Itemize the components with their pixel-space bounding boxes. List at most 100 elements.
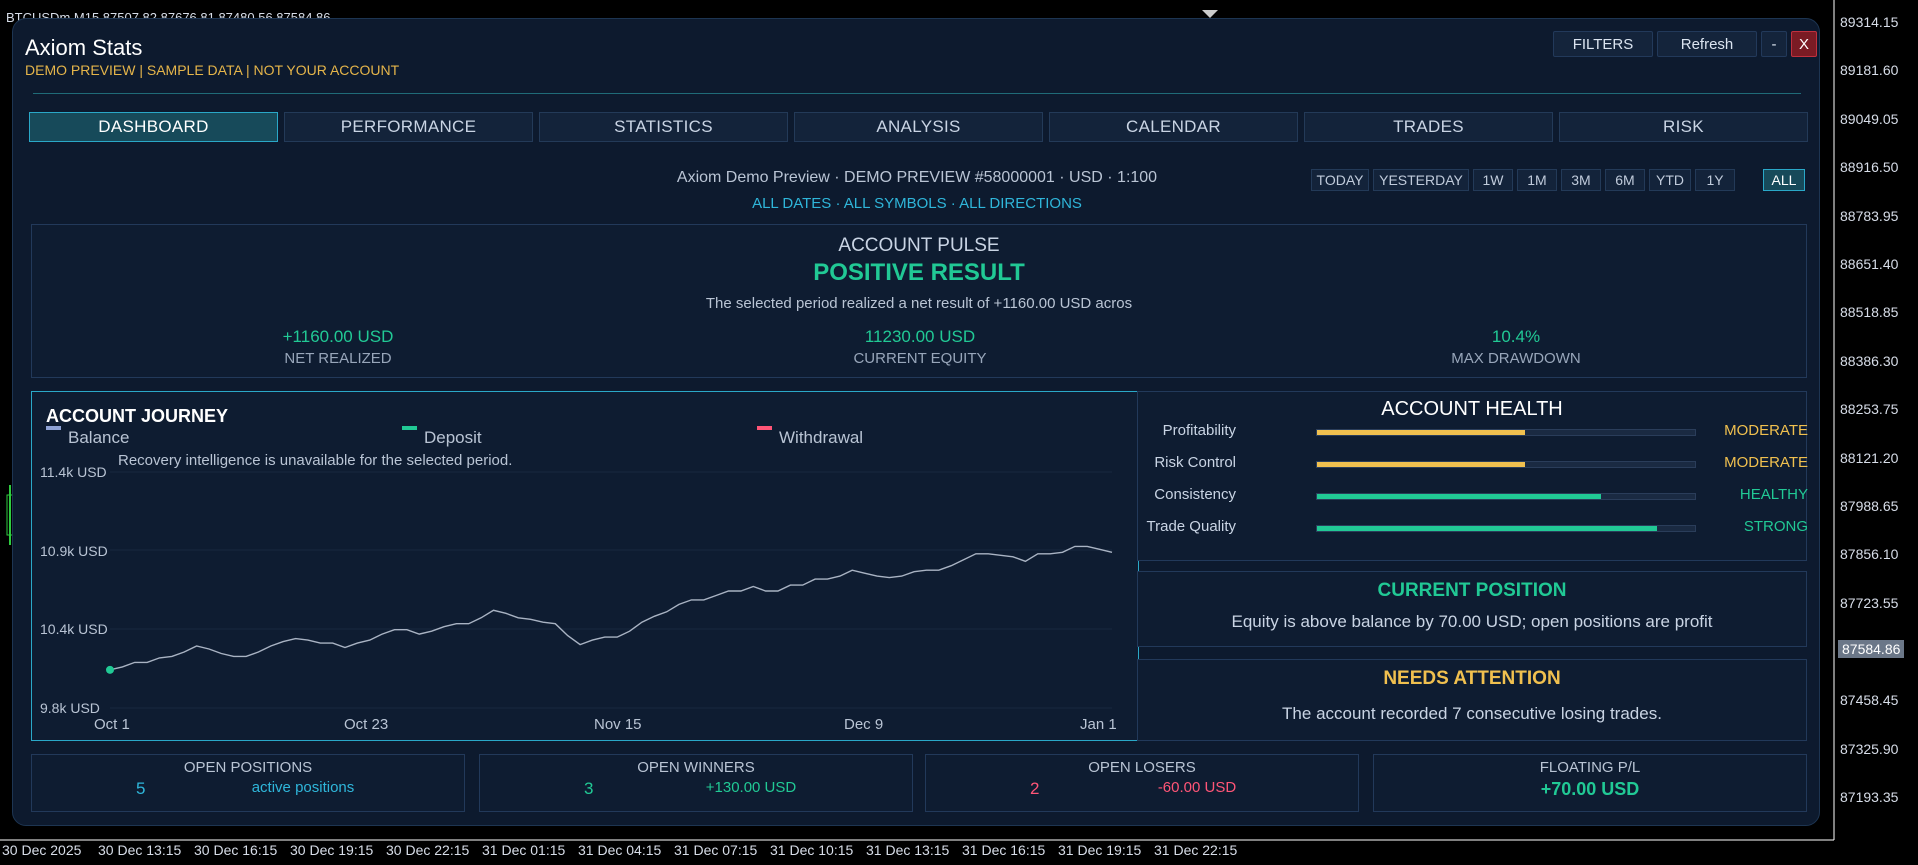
health-row-trade-quality: Trade Quality STRONG: [1138, 518, 1808, 538]
health-bar-fill: [1317, 526, 1658, 531]
header-divider: [33, 93, 1801, 94]
tab-analysis[interactable]: ANALYSIS: [794, 112, 1043, 142]
current-price-marker: 87584.86: [1838, 640, 1905, 658]
app-title: Axiom Stats: [25, 35, 143, 60]
current-position-card: CURRENT POSITION Equity is above balance…: [1137, 571, 1807, 647]
price-tick-label: 89181.60: [1840, 62, 1899, 78]
kpi-max-drawdown: 10.4% MAX DRAWDOWN: [1316, 327, 1716, 367]
open-losers-detail: -60.00 USD: [1157, 779, 1237, 796]
tab-statistics[interactable]: STATISTICS: [539, 112, 788, 142]
pulse-description: The selected period realized a net resul…: [705, 295, 1133, 312]
range-today[interactable]: TODAY: [1311, 169, 1369, 191]
health-bar-track: [1316, 493, 1696, 500]
account-pulse-card: ACCOUNT PULSE POSITIVE RESULT The select…: [31, 224, 1807, 378]
price-tick-label: 87856.10: [1840, 546, 1899, 562]
needs-attention-card: NEEDS ATTENTION The account recorded 7 c…: [1137, 659, 1807, 741]
time-tick-label: 30 Dec 22:15: [386, 842, 470, 858]
time-tick-label: 30 Dec 16:15: [194, 842, 278, 858]
time-tick-label: 31 Dec 22:15: [1154, 842, 1238, 858]
range-1y[interactable]: 1Y: [1695, 169, 1735, 191]
time-tick-label: 31 Dec 01:15: [482, 842, 566, 858]
tab-performance[interactable]: PERFORMANCE: [284, 112, 533, 142]
tab-calendar[interactable]: CALENDAR: [1049, 112, 1298, 142]
current-position-title: CURRENT POSITION: [1377, 580, 1567, 601]
range-ytd[interactable]: YTD: [1649, 169, 1691, 191]
tab-risk[interactable]: RISK: [1559, 112, 1808, 142]
kpi-value: +1160.00 USD: [282, 327, 394, 346]
open-winners-detail: +130.00 USD: [705, 779, 797, 796]
time-tick-label: 31 Dec 16:15: [962, 842, 1046, 858]
range-1w[interactable]: 1W: [1473, 169, 1513, 191]
kpi-net-realized: +1160.00 USD NET REALIZED: [138, 327, 538, 367]
price-tick-label: 89049.05: [1840, 111, 1899, 127]
kpi-label: NET REALIZED: [284, 350, 392, 367]
kpi-current-equity: 11230.00 USD CURRENT EQUITY: [720, 327, 1120, 367]
price-tick-label: 88783.95: [1840, 208, 1899, 224]
minimize-button[interactable]: -: [1761, 31, 1787, 57]
price-tick-label: 87193.35: [1840, 789, 1899, 805]
start-point-marker: [106, 665, 114, 674]
range-6m[interactable]: 6M: [1605, 169, 1645, 191]
price-tick-label: 88518.85: [1840, 304, 1899, 320]
health-bar-fill: [1317, 430, 1525, 435]
health-status: MODERATE: [1724, 422, 1808, 439]
tab-trades[interactable]: TRADES: [1304, 112, 1553, 142]
close-button[interactable]: X: [1791, 31, 1817, 57]
time-tick-label: 31 Dec 07:15: [674, 842, 758, 858]
account-health-card: ACCOUNT HEALTH Profitability MODERATE Risk…: [1137, 391, 1808, 561]
time-tick-label: 30 Dec 19:15: [290, 842, 374, 858]
time-tick-label: 31 Dec 19:15: [1058, 842, 1142, 858]
tab-dashboard[interactable]: DASHBOARD: [29, 112, 278, 142]
time-tick-label: 31 Dec 04:15: [578, 842, 662, 858]
open-winners-count: 3: [584, 779, 594, 798]
kpi-value: 11230.00 USD: [864, 327, 976, 346]
pulse-result: POSITIVE RESULT: [813, 259, 1025, 286]
kpi-label: CURRENT EQUITY: [853, 350, 987, 367]
health-bar-fill: [1317, 462, 1525, 467]
app-subtitle: DEMO PREVIEW | SAMPLE DATA | NOT YOUR AC…: [25, 62, 400, 78]
health-row-consistency: Consistency HEALTHY: [1138, 486, 1808, 506]
range-all[interactable]: ALL: [1763, 169, 1805, 191]
open-winners-card: OPEN WINNERS 3 +130.00 USD: [479, 754, 913, 812]
price-tick-label: 88916.50: [1840, 159, 1899, 175]
open-positions-detail: active positions: [251, 779, 355, 796]
needs-attention-text: The account recorded 7 consecutive losin…: [1282, 704, 1662, 723]
price-tick-label: 88651.40: [1840, 256, 1899, 272]
health-bar-track: [1316, 461, 1696, 468]
health-status: MODERATE: [1724, 454, 1808, 471]
health-label: Consistency: [1154, 486, 1236, 503]
price-tick-label: 88386.30: [1840, 353, 1899, 369]
pulse-title: ACCOUNT PULSE: [838, 235, 1000, 256]
time-tick-label: 31 Dec 13:15: [866, 842, 950, 858]
filters-button[interactable]: FILTERS: [1553, 31, 1653, 57]
time-tick-label: 30 Dec 2025: [2, 842, 82, 858]
range-yesterday[interactable]: YESTERDAY: [1373, 169, 1469, 191]
price-tick-label: 89314.15: [1840, 14, 1899, 30]
health-bar-track: [1316, 429, 1696, 436]
price-tick-label: 87325.90: [1840, 741, 1899, 757]
health-title: ACCOUNT HEALTH: [1381, 398, 1563, 420]
active-filters[interactable]: ALL DATES · ALL SYMBOLS · ALL DIRECTIONS: [13, 195, 1821, 212]
health-row-risk-control: Risk Control MODERATE: [1138, 454, 1808, 474]
range-3m[interactable]: 3M: [1561, 169, 1601, 191]
kpi-label: MAX DRAWDOWN: [1451, 350, 1581, 367]
stat-title: OPEN POSITIONS: [183, 759, 313, 776]
price-tick-label: 87723.55: [1840, 595, 1899, 611]
range-1m[interactable]: 1M: [1517, 169, 1557, 191]
journey-line-chart: [106, 471, 1113, 709]
health-bar-track: [1316, 525, 1696, 532]
floating-pl-value: +70.00 USD: [1540, 779, 1640, 799]
health-label: Profitability: [1162, 422, 1236, 439]
balance-line: [109, 545, 1113, 671]
kpi-value: 10.4%: [1491, 327, 1541, 346]
needs-attention-title: NEEDS ATTENTION: [1383, 668, 1561, 689]
price-tick-label: 87988.65: [1840, 498, 1899, 514]
price-tick-label: 88253.75: [1840, 401, 1899, 417]
refresh-button[interactable]: Refresh: [1657, 31, 1757, 57]
open-losers-card: OPEN LOSERS 2 -60.00 USD: [925, 754, 1359, 812]
current-position-text: Equity is above balance by 70.00 USD; op…: [1231, 612, 1713, 631]
stat-title: OPEN WINNERS: [637, 759, 755, 776]
health-bar-fill: [1317, 494, 1601, 499]
health-row-profitability: Profitability MODERATE: [1138, 422, 1808, 442]
open-positions-card: OPEN POSITIONS 5 active positions: [31, 754, 465, 812]
